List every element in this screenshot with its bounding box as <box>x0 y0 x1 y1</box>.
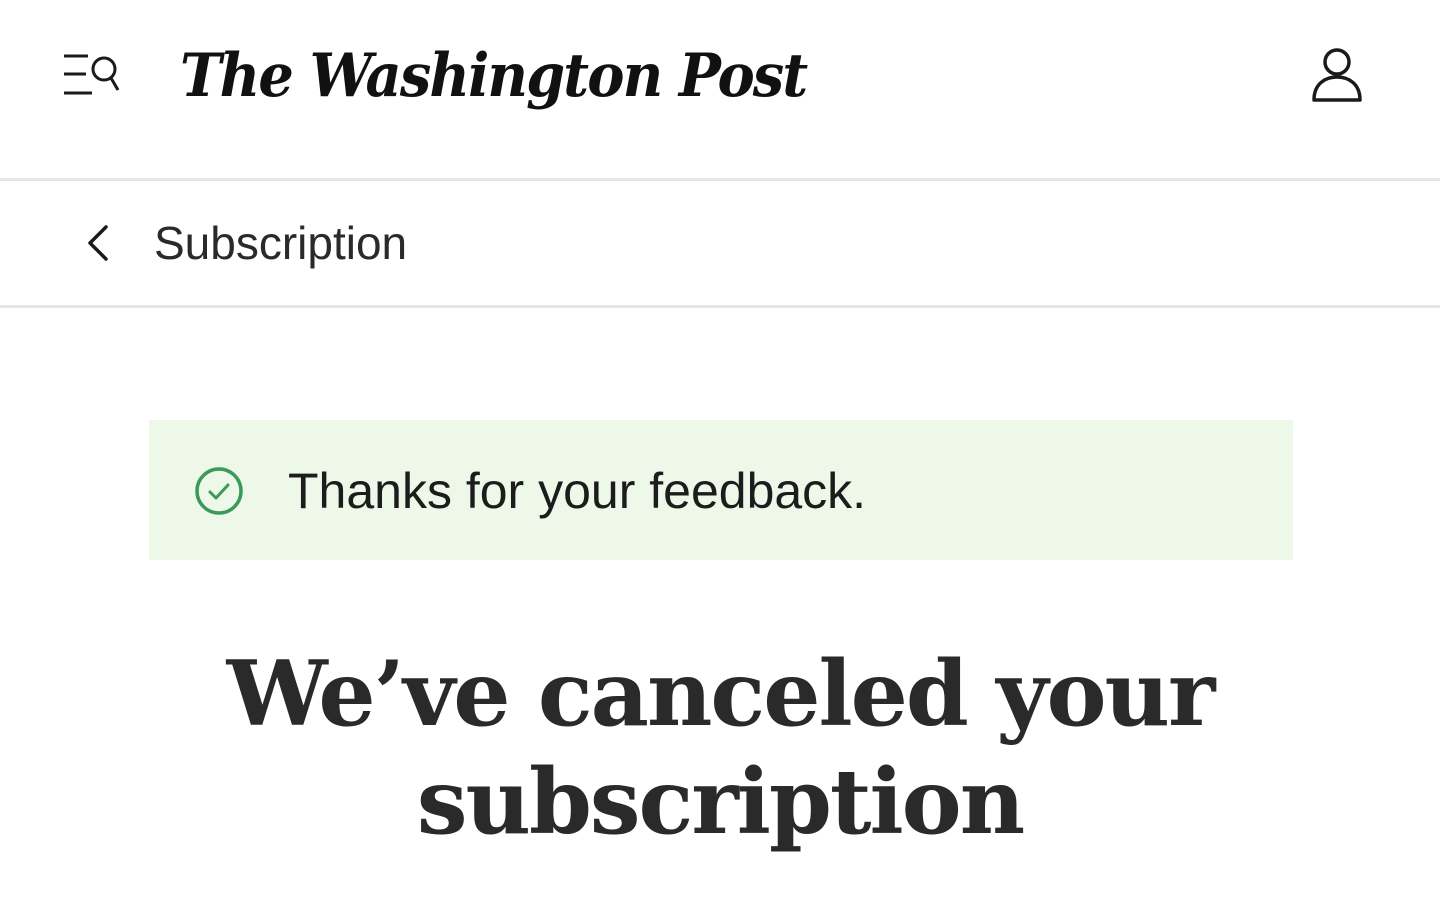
page-title: Subscription <box>154 217 408 269</box>
back-button[interactable] <box>78 219 122 267</box>
menu-search-button[interactable] <box>58 48 124 104</box>
user-icon <box>1312 48 1362 102</box>
site-header: The Washington Post <box>0 0 1440 181</box>
account-button[interactable] <box>1306 44 1368 106</box>
site-logo[interactable]: The Washington Post <box>180 30 853 122</box>
headline-line-1: We’ve canceled your <box>226 641 1216 747</box>
headline-line-2: subscription <box>416 749 1025 855</box>
chevron-left-icon <box>88 225 108 261</box>
logo-text: The Washington Post <box>180 41 808 111</box>
menu-search-icon <box>64 54 120 95</box>
alert-message: Thanks for your feedback. <box>288 463 867 519</box>
check-circle-icon <box>193 465 245 517</box>
subnav-bar: Subscription <box>0 181 1440 308</box>
page-headline: We’ve canceled your subscription <box>0 640 1440 856</box>
